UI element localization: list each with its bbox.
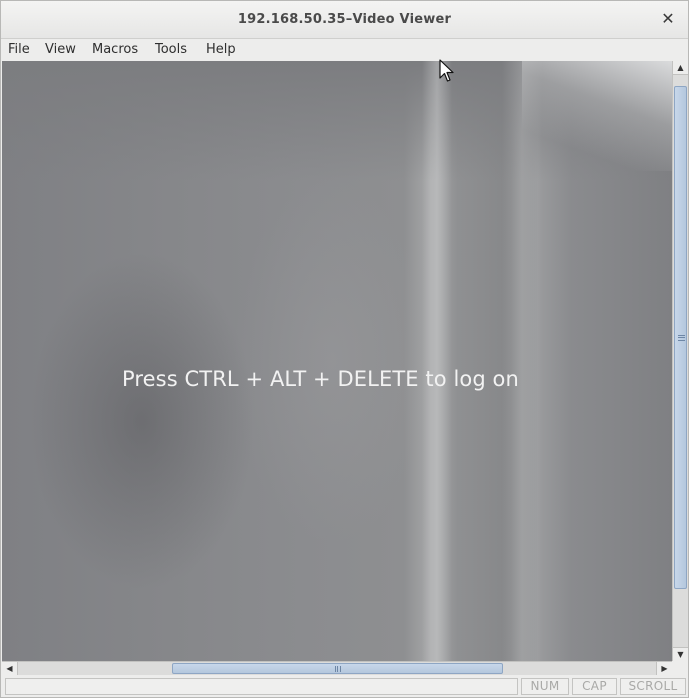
- vertical-scroll-thumb[interactable]: [674, 86, 687, 589]
- background-corner-glow: [522, 61, 672, 171]
- video-viewer-window: 192.168.50.35–Video Viewer ✕ File View M…: [0, 0, 689, 698]
- caps-lock-indicator: CAP: [572, 678, 617, 695]
- logon-prompt: Press CTRL + ALT + DELETE to log on: [122, 367, 519, 391]
- grip-icon: [678, 334, 685, 341]
- vertical-scrollbar[interactable]: ▲ ▼: [672, 61, 688, 661]
- close-icon: ✕: [661, 9, 675, 28]
- arrow-right-icon: ▶: [661, 664, 668, 673]
- menu-view[interactable]: View: [45, 42, 76, 57]
- grip-icon: [334, 666, 341, 672]
- arrow-left-icon: ◀: [6, 664, 13, 673]
- horizontal-scroll-thumb[interactable]: [172, 663, 503, 674]
- scroll-lock-indicator: SCROLL: [620, 678, 686, 695]
- scroll-up-button[interactable]: ▲: [673, 61, 688, 75]
- menu-macros[interactable]: Macros: [92, 42, 138, 57]
- menu-help[interactable]: Help: [206, 42, 236, 57]
- horizontal-scrollbar[interactable]: ◀ ▶: [2, 661, 672, 675]
- menu-bar: File View Macros Tools Help: [1, 39, 688, 61]
- scroll-down-button[interactable]: ▼: [673, 647, 688, 661]
- arrow-up-icon: ▲: [677, 63, 684, 72]
- mouse-pointer-icon: [439, 59, 454, 82]
- status-bar: NUM CAP SCROLL: [1, 676, 688, 697]
- close-button[interactable]: ✕: [660, 10, 676, 28]
- menu-file[interactable]: File: [8, 42, 30, 57]
- scroll-right-button[interactable]: ▶: [656, 662, 672, 675]
- num-lock-indicator: NUM: [521, 678, 569, 695]
- menu-tools[interactable]: Tools: [155, 42, 187, 57]
- status-message-area: [5, 678, 518, 695]
- background-light-streak: [422, 61, 452, 661]
- title-bar[interactable]: 192.168.50.35–Video Viewer ✕: [1, 1, 688, 39]
- arrow-down-icon: ▼: [677, 650, 684, 659]
- window-title: 192.168.50.35–Video Viewer: [237, 12, 452, 27]
- remote-video-display[interactable]: Press CTRL + ALT + DELETE to log on: [2, 61, 672, 661]
- scroll-left-button[interactable]: ◀: [2, 662, 18, 675]
